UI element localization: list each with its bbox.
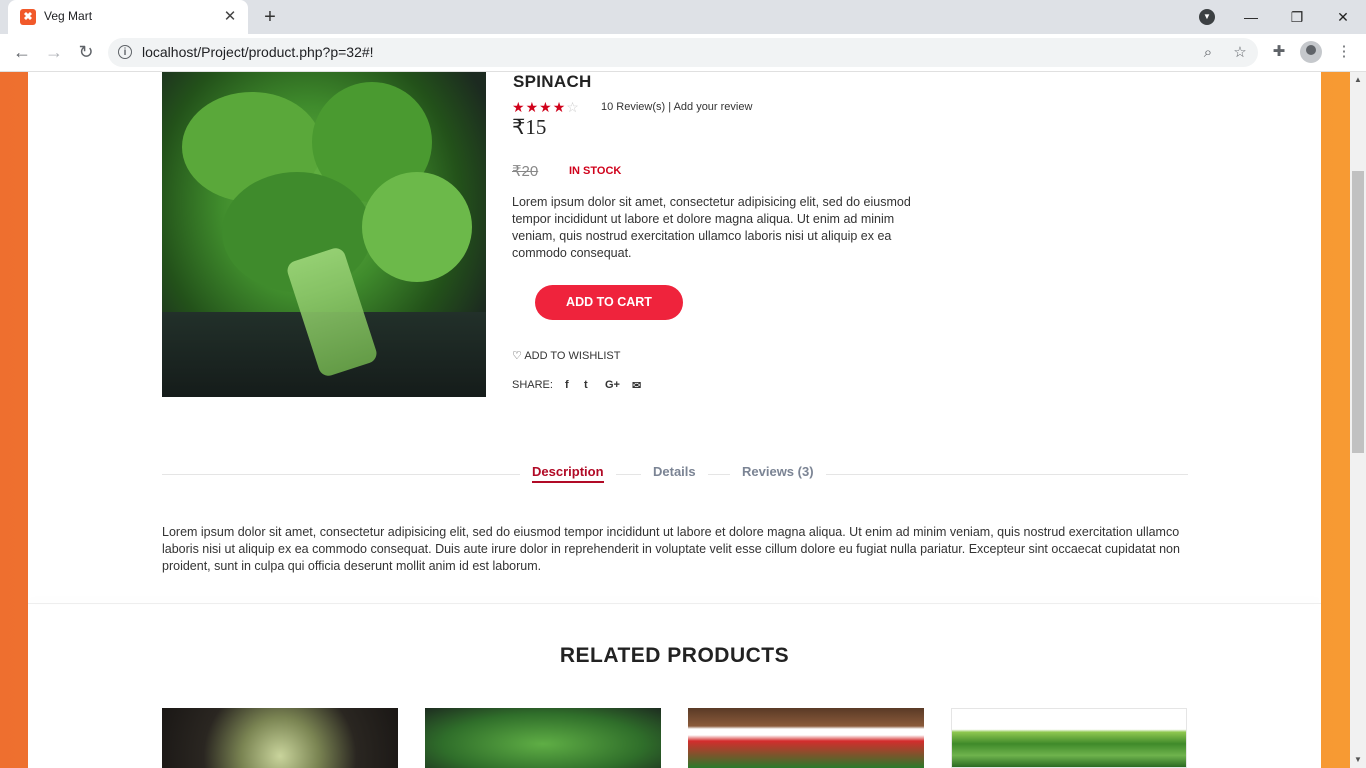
facebook-icon[interactable]: f bbox=[565, 379, 569, 391]
extensions-puzzle-icon[interactable]: ✚ bbox=[1268, 41, 1290, 63]
stock-status: IN STOCK bbox=[569, 165, 622, 177]
wishlist-label: ADD TO WISHLIST bbox=[524, 350, 621, 362]
browser-tab[interactable]: ✖ Veg Mart ✕ bbox=[8, 0, 248, 34]
heart-icon: ♡ bbox=[512, 350, 522, 362]
add-review-link[interactable]: Add your review bbox=[674, 101, 753, 113]
new-tab-icon[interactable]: + bbox=[258, 5, 282, 29]
star-filled-icon: ★ bbox=[525, 99, 540, 115]
reload-icon[interactable]: ↻ bbox=[74, 40, 98, 64]
share-label: SHARE: bbox=[512, 379, 553, 391]
star-empty-icon: ☆ bbox=[566, 99, 580, 115]
forward-arrow-icon[interactable]: → bbox=[42, 40, 66, 64]
related-product-spinach[interactable] bbox=[425, 708, 661, 768]
xampp-favicon-icon: ✖ bbox=[20, 9, 36, 25]
page-content: SPINACH ★★★★☆ 10 Review(s) | Add your re… bbox=[28, 72, 1321, 768]
page-scrollbar[interactable]: ▲ ▼ bbox=[1350, 72, 1366, 768]
window-close-icon[interactable]: ✕ bbox=[1331, 5, 1355, 29]
star-filled-icon: ★ bbox=[539, 99, 553, 115]
page-viewport: SPINACH ★★★★☆ 10 Review(s) | Add your re… bbox=[0, 72, 1350, 768]
review-summary: 10 Review(s) | Add your review bbox=[601, 101, 752, 113]
star-filled-icon: ★ bbox=[552, 99, 567, 115]
browser-toolbar: ← → ↻ i localhost/Project/product.php?p=… bbox=[0, 34, 1366, 72]
add-to-cart-button[interactable]: ADD TO CART bbox=[535, 285, 683, 320]
related-product-tomato[interactable] bbox=[688, 708, 924, 768]
related-product-custard-apple[interactable] bbox=[162, 708, 398, 768]
product-old-price: ₹20 bbox=[512, 163, 539, 180]
review-separator: | bbox=[668, 101, 672, 113]
zoom-icon[interactable]: ⌕ bbox=[1198, 43, 1218, 63]
review-count-link[interactable]: 10 Review(s) bbox=[601, 101, 665, 113]
related-products-title: RELATED PRODUCTS bbox=[559, 644, 790, 667]
tab-details[interactable]: Details bbox=[641, 464, 708, 479]
tab-close-icon[interactable]: ✕ bbox=[220, 7, 240, 27]
product-short-description: Lorem ipsum dolor sit amet, consectetur … bbox=[512, 195, 911, 260]
related-product-green-beans[interactable] bbox=[951, 708, 1187, 768]
product-price: ₹15 bbox=[512, 115, 547, 139]
info-icon[interactable]: i bbox=[118, 45, 132, 59]
add-to-wishlist-link[interactable]: ♡ ADD TO WISHLIST bbox=[512, 349, 621, 362]
rating-stars: ★★★★☆ bbox=[512, 99, 580, 116]
scroll-down-arrow-icon[interactable]: ▼ bbox=[1350, 752, 1366, 768]
url-text[interactable]: localhost/Project/product.php?p=32#! bbox=[142, 44, 374, 60]
restore-icon[interactable]: ❐ bbox=[1285, 5, 1309, 29]
google-plus-icon[interactable]: G+ bbox=[605, 379, 620, 391]
star-filled-icon: ★ bbox=[512, 99, 526, 115]
profile-icon[interactable] bbox=[1300, 41, 1322, 63]
address-bar[interactable]: i localhost/Project/product.php?p=32#! ⌕… bbox=[108, 38, 1258, 67]
tab-content-text: Lorem ipsum dolor sit amet, consectetur … bbox=[162, 525, 1180, 573]
section-divider bbox=[28, 603, 1321, 604]
email-icon[interactable]: ✉ bbox=[632, 379, 641, 392]
tab-search-icon[interactable]: ▼ bbox=[1199, 9, 1215, 25]
product-image bbox=[162, 72, 486, 397]
kebab-menu-icon[interactable]: ⋮ bbox=[1333, 41, 1355, 63]
scrollbar-thumb[interactable] bbox=[1352, 171, 1364, 453]
tab-description[interactable]: Description bbox=[520, 464, 616, 483]
tab-reviews[interactable]: Reviews (3) bbox=[730, 464, 826, 479]
minimize-icon[interactable]: — bbox=[1239, 5, 1263, 29]
twitter-icon[interactable]: t bbox=[584, 379, 588, 391]
back-arrow-icon[interactable]: ← bbox=[10, 40, 34, 64]
browser-tab-bar: ✖ Veg Mart ✕ + ▼ — ❐ ✕ bbox=[0, 0, 1366, 34]
star-bookmark-icon[interactable]: ☆ bbox=[1230, 43, 1250, 63]
scroll-up-arrow-icon[interactable]: ▲ bbox=[1350, 72, 1366, 88]
tab-title: Veg Mart bbox=[44, 9, 93, 23]
product-title: SPINACH bbox=[513, 72, 592, 91]
